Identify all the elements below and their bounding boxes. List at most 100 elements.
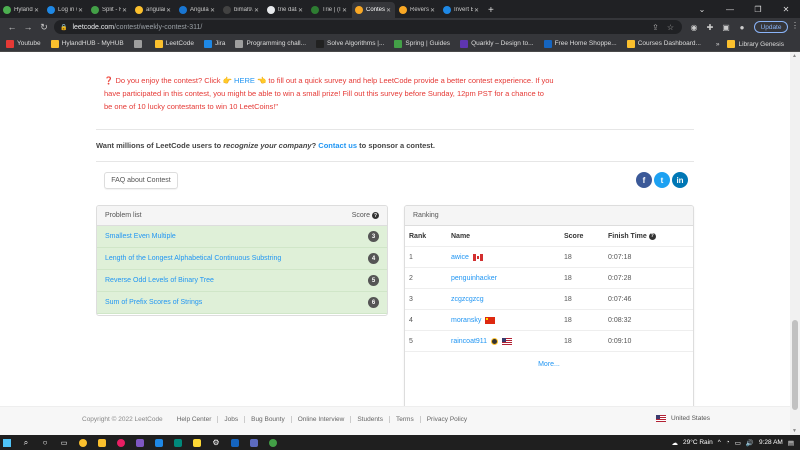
lock-icon[interactable]: 🔒	[60, 24, 67, 31]
tab-close-icon[interactable]: ✕	[342, 7, 348, 14]
tab-close-icon[interactable]: ✕	[78, 7, 84, 14]
close-window-icon[interactable]: ✕	[772, 0, 800, 18]
tab-close-icon[interactable]: ✕	[430, 7, 436, 14]
tab-close-icon[interactable]: ✕	[122, 7, 128, 14]
new-tab-button[interactable]: +	[488, 2, 494, 18]
bookmark-item[interactable]: Spring | Guides	[394, 39, 450, 48]
scroll-up-icon[interactable]: ▲	[792, 53, 797, 59]
share-icon[interactable]: ⇪	[652, 23, 659, 32]
app-icon[interactable]	[171, 435, 185, 450]
bookmark-item[interactable]: Jira	[203, 39, 225, 48]
bookmark-item[interactable]: Youtube	[6, 39, 41, 48]
footer-link[interactable]: Help Center	[171, 416, 218, 423]
search-icon[interactable]: ⌕	[19, 435, 33, 450]
extension-icon[interactable]: ◉	[688, 21, 700, 33]
teams-icon[interactable]	[247, 435, 261, 450]
cortana-icon[interactable]: ○	[38, 435, 52, 450]
chrome-icon[interactable]	[76, 435, 90, 450]
problem-link[interactable]: Length of the Longest Alphabetical Conti…	[105, 255, 281, 262]
visual-studio-icon[interactable]	[133, 435, 147, 450]
footer-link[interactable]: Jobs	[217, 416, 244, 423]
footer-link[interactable]: Students	[350, 416, 389, 423]
bookmark-item[interactable]: Programming chall...	[235, 39, 306, 48]
tab-close-icon[interactable]: ✕	[34, 7, 40, 14]
faq-button[interactable]: FAQ about Contest	[104, 172, 178, 189]
problem-link[interactable]: Smallest Even Multiple	[105, 233, 176, 240]
user-link[interactable]: awice	[451, 254, 469, 261]
page-scrollbar[interactable]: ▲ ▼	[790, 52, 800, 435]
browser-tab[interactable]: Reverse C✕	[396, 2, 439, 18]
tab-close-icon[interactable]: ✕	[254, 7, 260, 14]
tab-close-icon[interactable]: ✕	[210, 7, 216, 14]
settings-icon[interactable]: ⚙	[209, 435, 223, 450]
menu-kebab-icon[interactable]: ⋮	[791, 21, 799, 30]
contact-us-link[interactable]: Contact us	[318, 141, 357, 150]
notifications-icon[interactable]: ▤	[788, 439, 794, 447]
browser-tab[interactable]: angular ✕	[132, 2, 175, 18]
network-icon[interactable]: ◔	[726, 439, 730, 446]
problem-link[interactable]: Sum of Prefix Scores of Strings	[105, 299, 202, 306]
vscode-icon[interactable]	[152, 435, 166, 450]
maximize-icon[interactable]: ❐	[744, 0, 772, 18]
bookmark-star-icon[interactable]: ☆	[667, 23, 674, 32]
tab-close-icon[interactable]: ✕	[166, 7, 172, 14]
region-selector[interactable]: United States	[656, 415, 710, 422]
sticky-notes-icon[interactable]	[190, 435, 204, 450]
scroll-down-icon[interactable]: ▼	[792, 428, 797, 434]
forward-icon[interactable]: →	[20, 19, 36, 35]
bookmark-item[interactable]: Quarkly – Design to...	[460, 39, 534, 48]
bookmark-item[interactable]	[133, 39, 145, 48]
browser-tab[interactable]: Angular ✕	[176, 2, 219, 18]
profile-avatar-icon[interactable]: ●	[736, 21, 748, 33]
address-bar[interactable]: 🔒 leetcode.com/contest/weekly-contest-31…	[54, 20, 682, 34]
bookmark-item[interactable]: Solve Algorithms |...	[316, 39, 384, 48]
bookmark-library-genesis[interactable]: Library Genesis	[727, 40, 784, 48]
bookmark-item[interactable]: Free Home Shoppe...	[543, 39, 617, 48]
windows-start-icon[interactable]	[0, 435, 14, 450]
browser-tab[interactable]: Invert Bi✕	[440, 2, 483, 18]
bookmarks-more-icon[interactable]: »	[716, 41, 720, 48]
puzzle-icon[interactable]: ✚	[704, 21, 716, 33]
tab-search-icon[interactable]: ⌄	[688, 0, 716, 18]
file-explorer-icon[interactable]	[95, 435, 109, 450]
footer-link[interactable]: Terms	[389, 416, 420, 423]
linkedin-icon[interactable]: in	[672, 172, 688, 188]
back-icon[interactable]: ←	[4, 19, 20, 35]
tab-close-icon[interactable]: ✕	[474, 7, 480, 14]
browser-tab[interactable]: Hyland Ic✕	[0, 2, 43, 18]
reload-icon[interactable]: ↻	[36, 19, 52, 35]
footer-link[interactable]: Privacy Policy	[419, 416, 473, 423]
more-rankings-link[interactable]: More...	[405, 352, 693, 376]
facebook-icon[interactable]: f	[636, 172, 652, 188]
tab-close-icon[interactable]: ✕	[298, 7, 304, 14]
bookmark-item[interactable]: LeetCode	[154, 39, 194, 48]
clock[interactable]: 9:28 AM	[759, 439, 783, 446]
volume-icon[interactable]: 🔊	[746, 439, 754, 447]
chrome-icon[interactable]	[266, 435, 280, 450]
survey-here-link[interactable]: HERE	[234, 76, 255, 85]
minimize-icon[interactable]: —	[716, 0, 744, 18]
update-button[interactable]: Update	[754, 21, 788, 33]
bookmark-item[interactable]: Courses Dashboard...	[626, 39, 701, 48]
help-circle-icon[interactable]: ?	[372, 212, 379, 219]
tab-close-icon[interactable]: ✕	[386, 7, 392, 14]
battery-icon[interactable]: ▭	[735, 439, 741, 447]
browser-tab[interactable]: bimal97 ✕	[220, 2, 263, 18]
app-icon[interactable]	[114, 435, 128, 450]
browser-tab[interactable]: trie data✕	[264, 2, 307, 18]
user-link[interactable]: moransky	[451, 317, 481, 324]
twitter-icon[interactable]: t	[654, 172, 670, 188]
problem-link[interactable]: Reverse Odd Levels of Binary Tree	[105, 277, 214, 284]
task-view-icon[interactable]: ▭	[57, 435, 71, 450]
outlook-icon[interactable]	[228, 435, 242, 450]
browser-tab[interactable]: Contest ✕	[352, 2, 395, 18]
user-link[interactable]: zcgzcgzcg	[451, 296, 484, 303]
sidepanel-icon[interactable]: ▣	[720, 21, 732, 33]
scrollbar-thumb[interactable]	[792, 320, 798, 410]
browser-tab[interactable]: Split - Hy✕	[88, 2, 131, 18]
weather-label[interactable]: 29°C Rain	[683, 439, 713, 446]
footer-link[interactable]: Online Interview	[290, 416, 351, 423]
browser-tab[interactable]: Trie | (Ins✕	[308, 2, 351, 18]
footer-link[interactable]: Bug Bounty	[244, 416, 291, 423]
user-link[interactable]: penguinhacker	[451, 275, 497, 282]
